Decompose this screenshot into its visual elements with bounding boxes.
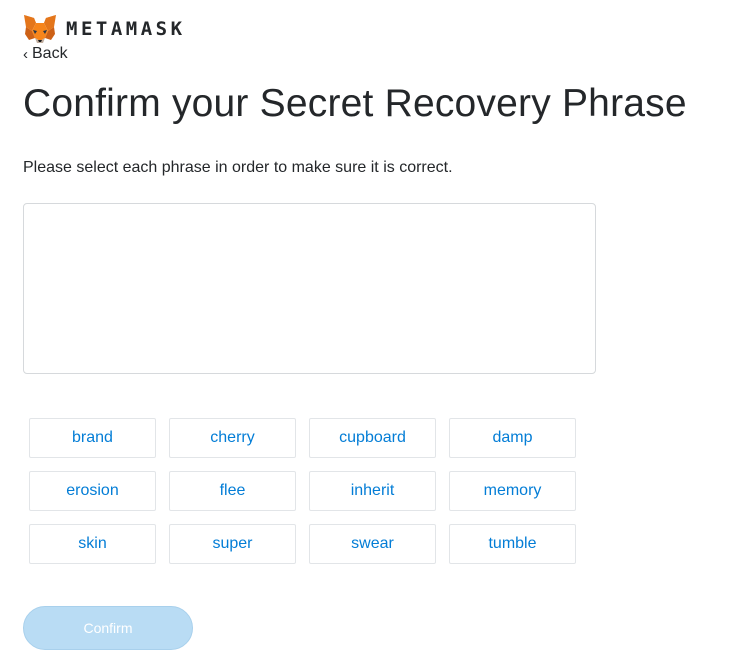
word-button[interactable]: damp — [449, 418, 576, 458]
word-button[interactable]: cupboard — [309, 418, 436, 458]
word-button[interactable]: brand — [29, 418, 156, 458]
confirm-phrase-page: METAMASK ‹ Back Confirm your Secret Reco… — [0, 0, 733, 670]
selected-phrase-area[interactable] — [23, 203, 596, 374]
chevron-left-icon: ‹ — [23, 45, 28, 63]
page-subtitle: Please select each phrase in order to ma… — [23, 159, 453, 176]
back-label: Back — [32, 45, 68, 62]
word-button[interactable]: memory — [449, 471, 576, 511]
word-button[interactable]: cherry — [169, 418, 296, 458]
page-title: Confirm your Secret Recovery Phrase — [23, 82, 687, 125]
word-button[interactable]: swear — [309, 524, 436, 564]
brand-text: METAMASK — [66, 18, 186, 40]
word-button[interactable]: flee — [169, 471, 296, 511]
word-button[interactable]: super — [169, 524, 296, 564]
word-button[interactable]: erosion — [29, 471, 156, 511]
confirm-button[interactable]: Confirm — [23, 606, 193, 650]
word-button[interactable]: skin — [29, 524, 156, 564]
word-button[interactable]: inherit — [309, 471, 436, 511]
metamask-fox-icon — [23, 14, 57, 44]
header: METAMASK — [23, 14, 186, 44]
word-button[interactable]: tumble — [449, 524, 576, 564]
back-link[interactable]: ‹ Back — [23, 45, 68, 63]
